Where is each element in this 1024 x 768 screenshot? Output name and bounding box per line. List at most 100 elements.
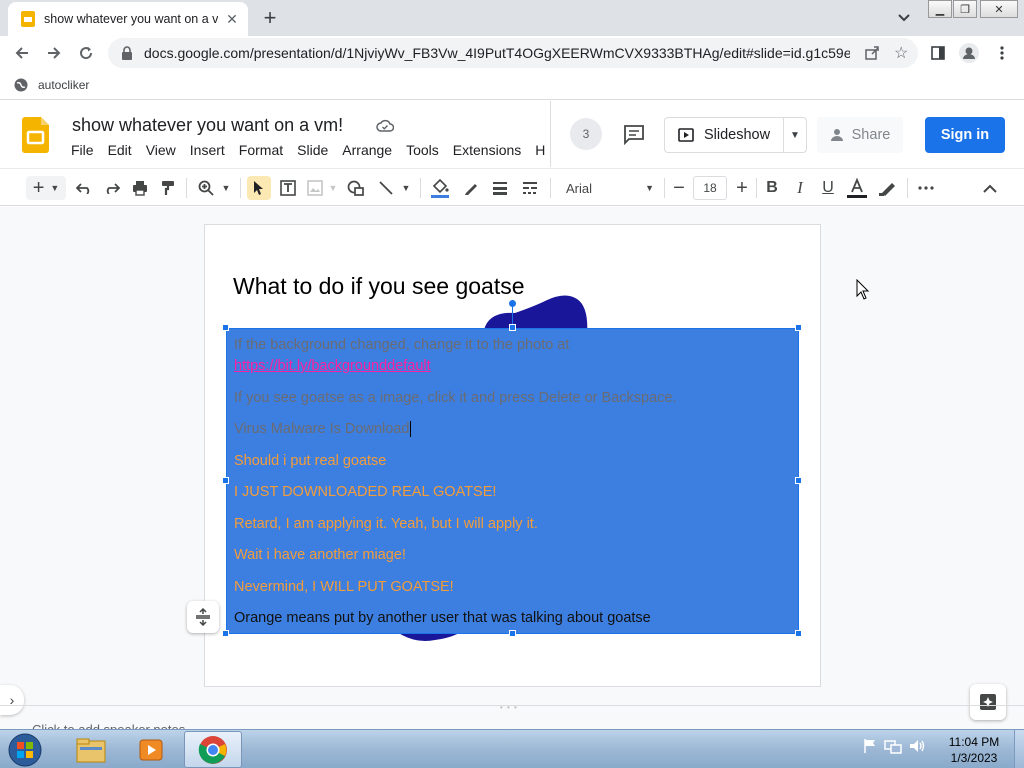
slideshow-button[interactable]: Slideshow ▼ [664, 117, 807, 153]
undo-icon[interactable] [72, 176, 96, 200]
redo-icon[interactable] [100, 176, 124, 200]
slides-logo-icon[interactable] [22, 117, 49, 153]
tab-close-icon[interactable]: ✕ [224, 11, 240, 27]
slide[interactable]: What to do if you see goatse If the back… [204, 224, 821, 687]
background-link[interactable]: https://bit.ly/backgrounddefault [234, 358, 431, 374]
explore-icon[interactable] [970, 684, 1006, 720]
show-desktop-button[interactable] [1014, 730, 1024, 768]
menu-file[interactable]: File [64, 142, 101, 158]
underline-icon[interactable]: U [816, 176, 840, 200]
border-weight-icon[interactable] [488, 176, 512, 200]
network-icon[interactable] [884, 738, 902, 754]
paragraph[interactable]: If you see goatse as a image, click it a… [234, 390, 676, 406]
paragraph[interactable]: I JUST DOWNLOADED REAL GOATSE! [234, 484, 496, 500]
forward-icon[interactable] [42, 41, 66, 65]
bookmark-autocliker[interactable]: autocliker [14, 78, 89, 92]
address-bar[interactable]: docs.google.com/presentation/d/1NjviyWv_… [108, 38, 918, 68]
new-tab-icon[interactable]: + [258, 5, 282, 30]
paint-format-icon[interactable] [156, 176, 180, 200]
image-icon[interactable]: ▼ [303, 176, 341, 200]
resize-handle-ne[interactable] [795, 324, 802, 331]
menu-arrange[interactable]: Arrange [335, 142, 399, 158]
resize-handle-s[interactable] [509, 630, 516, 637]
resize-handle-w[interactable] [222, 477, 229, 484]
line-icon[interactable]: ▼ [374, 176, 414, 200]
italic-icon[interactable]: I [788, 176, 812, 200]
slide-title[interactable]: What to do if you see goatse [233, 273, 525, 300]
selected-text-box[interactable]: If the background changed, change it to … [226, 328, 799, 634]
action-center-flag-icon[interactable] [862, 738, 878, 754]
resize-handle-e[interactable] [795, 477, 802, 484]
paragraph[interactable]: Nevermind, I WILL PUT GOATSE! [234, 579, 454, 595]
font-size-input[interactable]: 18 [693, 176, 727, 200]
paragraph[interactable]: Retard, I am applying it. Yeah, but I wi… [234, 516, 538, 532]
window-close-icon[interactable]: ✕ [980, 0, 1018, 18]
fill-color-icon[interactable] [428, 176, 452, 200]
resize-handle-sw[interactable] [222, 630, 229, 637]
more-options-icon[interactable] [914, 176, 938, 200]
border-dash-icon[interactable] [518, 176, 542, 200]
viewer-count-badge[interactable]: 3 [570, 118, 602, 150]
reload-icon[interactable] [74, 41, 98, 65]
shape-icon[interactable] [344, 176, 368, 200]
paragraph[interactable]: Virus Malware Is Download [234, 421, 412, 438]
menu-format[interactable]: Format [232, 142, 290, 158]
notes-resize-grip[interactable]: • • • [500, 703, 518, 712]
minimize-icon[interactable]: ▁ [928, 0, 952, 18]
text-box-icon[interactable] [276, 176, 300, 200]
chrome-menu-icon[interactable] [990, 41, 1014, 65]
text-color-icon[interactable] [845, 176, 869, 200]
paragraph[interactable]: Should i put real goatse [234, 453, 386, 469]
paragraph[interactable]: Orange means put by another user that wa… [234, 610, 651, 626]
menu-tools[interactable]: Tools [399, 142, 446, 158]
restore-icon[interactable]: ❐ [953, 0, 977, 18]
document-title[interactable]: show whatever you want on a vm! [72, 115, 343, 136]
increase-font-size-icon[interactable]: + [730, 176, 754, 200]
share-button[interactable]: Share [817, 117, 903, 153]
menu-view[interactable]: View [139, 142, 183, 158]
font-family-select[interactable]: Arial ▼ [560, 176, 660, 200]
sign-in-button[interactable]: Sign in [925, 117, 1005, 153]
paragraph[interactable]: Wait i have another miage! [234, 547, 406, 563]
menu-slide[interactable]: Slide [290, 142, 335, 158]
filmstrip-toggle-icon[interactable]: › [0, 685, 24, 715]
rotate-handle[interactable] [509, 300, 516, 307]
bold-icon[interactable]: B [760, 176, 784, 200]
taskbar-explorer[interactable] [62, 731, 120, 768]
tab-search-icon[interactable] [894, 8, 914, 28]
new-slide-icon[interactable]: + ▼ [26, 176, 66, 200]
resize-handle-n[interactable] [509, 324, 516, 331]
zoom-icon[interactable]: ▼ [194, 176, 234, 200]
decrease-font-size-icon[interactable]: − [667, 176, 691, 200]
slideshow-dropdown-icon[interactable]: ▼ [784, 130, 806, 141]
paragraph[interactable]: If the background changed, change it to … [234, 337, 569, 353]
highlight-color-icon[interactable] [876, 176, 900, 200]
bookmark-star-icon[interactable]: ☆ [894, 43, 908, 63]
collapse-toolbar-icon[interactable] [978, 176, 1002, 200]
resize-handle-nw[interactable] [222, 324, 229, 331]
volume-icon[interactable] [908, 738, 926, 754]
back-icon[interactable] [10, 41, 34, 65]
start-button[interactable] [4, 732, 46, 768]
share-page-icon[interactable] [864, 45, 880, 61]
menu-help[interactable]: H [528, 142, 552, 158]
menu-extensions[interactable]: Extensions [446, 142, 528, 158]
system-clock[interactable]: 11:04 PM 1/3/2023 [942, 734, 1006, 766]
comment-history-icon[interactable] [623, 123, 645, 146]
globe-icon [14, 78, 28, 91]
line-spacing-icon[interactable] [187, 601, 219, 633]
side-panel-icon[interactable] [926, 41, 950, 65]
browser-tab[interactable]: show whatever you want on a vm! ✕ [8, 2, 248, 36]
select-pointer-icon[interactable] [247, 176, 271, 200]
menu-edit[interactable]: Edit [101, 142, 139, 158]
taskbar-chrome[interactable] [184, 731, 242, 768]
border-color-icon[interactable] [459, 176, 483, 200]
menu-insert[interactable]: Insert [183, 142, 232, 158]
resize-handle-se[interactable] [795, 630, 802, 637]
cloud-status-icon[interactable] [376, 117, 395, 135]
print-icon[interactable] [128, 176, 152, 200]
taskbar-media-player[interactable] [122, 731, 180, 768]
profile-icon[interactable] [957, 41, 981, 65]
slideshow-main[interactable]: Slideshow [665, 118, 784, 152]
lock-icon[interactable] [120, 46, 134, 60]
